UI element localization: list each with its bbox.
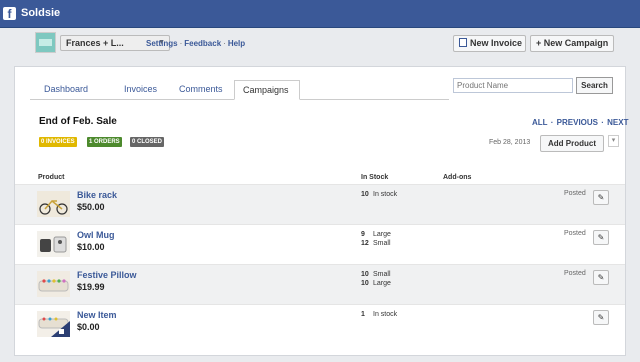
product-thumbnail[interactable] — [37, 271, 70, 297]
stock-list: 1 In stock — [361, 310, 397, 319]
link-separator: · — [179, 39, 183, 48]
stock-qty: 12 — [361, 240, 369, 247]
stock-label: Large — [373, 231, 391, 238]
stock-qty: 10 — [361, 280, 369, 287]
stock-label: Small — [373, 271, 391, 278]
product-name[interactable]: Owl Mug — [77, 230, 115, 240]
campaign-title: End of Feb. Sale — [39, 116, 117, 127]
facebook-logo-icon[interactable]: f — [3, 7, 16, 21]
campaign-panel: Dashboard Invoices Comments Campaigns Se… — [14, 66, 628, 356]
stock-entry: 12 Small — [361, 239, 391, 248]
product-price: $10.00 — [77, 242, 105, 252]
orders-badge[interactable]: 1 ORDERS — [87, 137, 122, 147]
settings-link[interactable]: Settings — [146, 39, 178, 48]
stock-label: In stock — [373, 191, 398, 198]
pencil-icon: ✎ — [597, 193, 605, 202]
product-thumbnail[interactable] — [37, 231, 70, 257]
app-title[interactable]: Soldsie — [21, 7, 60, 19]
column-header-addons: Add-ons — [443, 174, 472, 181]
search-button[interactable]: Search — [576, 77, 613, 94]
stock-label: Large — [373, 280, 391, 287]
stock-label: Small — [373, 240, 391, 247]
product-name[interactable]: New Item — [77, 310, 117, 320]
tab-campaigns[interactable]: Campaigns — [234, 80, 300, 100]
stock-qty: 10 — [361, 191, 369, 198]
status-posted: Posted — [564, 190, 586, 197]
search-input[interactable] — [453, 78, 573, 93]
stock-entry: 1 In stock — [361, 310, 397, 319]
edit-button[interactable]: ✎ — [593, 230, 609, 245]
new-campaign-button[interactable]: + New Campaign — [530, 35, 614, 52]
campaign-date: Feb 28, 2013 — [489, 139, 531, 146]
status-posted: Posted — [564, 230, 586, 237]
product-name[interactable]: Bike rack — [77, 190, 117, 200]
stock-list: 10 In stock — [361, 190, 397, 199]
edit-button[interactable]: ✎ — [593, 190, 609, 205]
pager-separator: · — [548, 118, 556, 127]
table-row[interactable]: Owl Mug $10.00 9 Large 12 Small Posted ✎ — [15, 224, 625, 264]
link-separator: · — [223, 39, 226, 48]
store-avatar[interactable] — [35, 32, 56, 53]
column-header-product: Product — [38, 174, 65, 181]
store-name: Frances + L... — [66, 38, 124, 48]
stock-list: 9 Large 12 Small — [361, 230, 391, 248]
table-row[interactable]: New Item $0.00 1 In stock ✎ — [15, 304, 625, 344]
edit-button[interactable]: ✎ — [593, 310, 609, 325]
campaign-pager: ALL · PREVIOUS · NEXT — [532, 118, 628, 127]
status-posted: Posted — [564, 270, 586, 277]
tab-comments[interactable]: Comments — [171, 80, 231, 100]
closed-badge[interactable]: 0 CLOSED — [130, 137, 165, 147]
tab-invoices[interactable]: Invoices — [116, 80, 165, 100]
product-thumbnail[interactable] — [37, 191, 70, 217]
product-name[interactable]: Festive Pillow — [77, 270, 137, 280]
tab-bar: Dashboard Invoices Comments Campaigns — [30, 80, 449, 100]
pencil-icon: ✎ — [597, 313, 605, 322]
stock-entry: 9 Large — [361, 230, 391, 239]
stock-label: In stock — [373, 311, 398, 318]
table-row[interactable]: Festive Pillow $19.99 10 Small 10 Large Po… — [15, 264, 625, 304]
stock-entry: 10 In stock — [361, 190, 397, 199]
column-header-in-stock: In Stock — [361, 174, 389, 181]
product-price: $50.00 — [77, 202, 105, 212]
stock-list: 10 Small 10 Large — [361, 270, 391, 288]
edit-button[interactable]: ✎ — [593, 270, 609, 285]
new-invoice-button[interactable]: New Invoice — [453, 35, 526, 52]
add-product-button[interactable]: Add Product — [540, 135, 604, 152]
store-header: Frances + L... ▼ Settings · Feedback · Help … — [30, 30, 620, 56]
new-campaign-label: + New Campaign — [536, 38, 609, 48]
stock-qty: 9 — [361, 231, 365, 238]
stock-entry: 10 Small — [361, 270, 391, 279]
stock-entry: 10 Large — [361, 279, 391, 288]
pencil-icon: ✎ — [597, 233, 605, 242]
stock-qty: 1 — [361, 311, 365, 318]
invoices-badge[interactable]: 0 INVOICES — [39, 137, 77, 147]
pager-separator: · — [599, 118, 607, 127]
pencil-icon: ✎ — [597, 273, 605, 282]
help-link[interactable]: Help — [228, 39, 245, 48]
header-links: Settings · Feedback · Help — [146, 39, 245, 48]
facebook-bar: f Soldsie — [0, 0, 640, 28]
tab-dashboard[interactable]: Dashboard — [36, 80, 96, 100]
table-row[interactable]: Bike rack $50.00 10 In stock Posted ✎ — [15, 184, 625, 224]
product-price: $0.00 — [77, 322, 100, 332]
stock-qty: 10 — [361, 271, 369, 278]
pager-all-link[interactable]: ALL — [532, 118, 548, 127]
product-thumbnail[interactable] — [37, 311, 70, 337]
chevron-down-icon[interactable]: ▾ — [608, 135, 619, 147]
document-icon — [459, 38, 467, 47]
pager-next-link[interactable]: NEXT — [607, 118, 628, 127]
feedback-link[interactable]: Feedback — [184, 39, 221, 48]
new-invoice-label: New Invoice — [470, 38, 523, 48]
pager-previous-link[interactable]: PREVIOUS — [557, 118, 598, 127]
product-price: $19.99 — [77, 282, 105, 292]
